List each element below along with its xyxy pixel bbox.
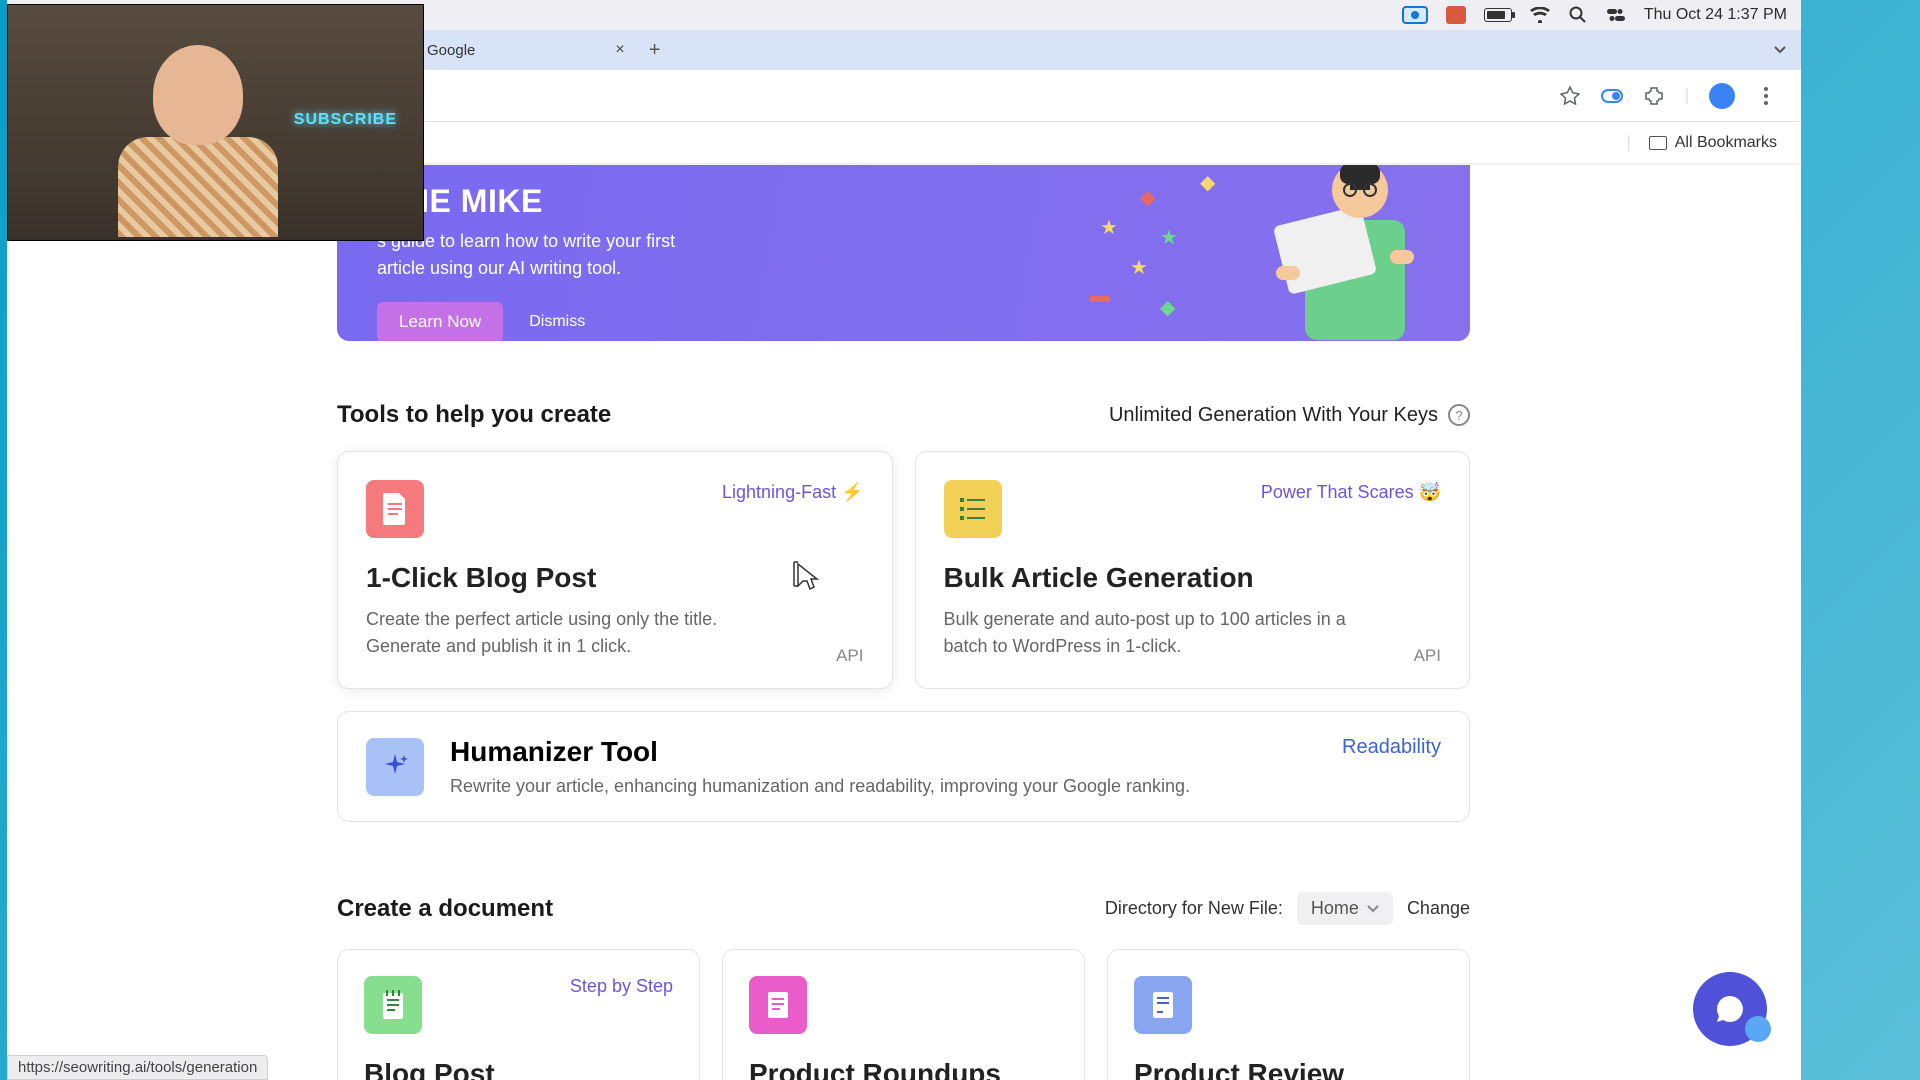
humanizer-desc: Rewrite your article, enhancing humaniza… — [450, 776, 1190, 797]
all-bookmarks-button[interactable]: All Bookmarks — [1649, 134, 1777, 152]
clock[interactable]: Thu Oct 24 1:37 PM — [1644, 6, 1787, 24]
create-heading: Create a document — [337, 895, 553, 923]
api-badge: API — [836, 646, 863, 666]
card-title: 1-Click Blog Post — [366, 562, 864, 594]
star-icon[interactable] — [1559, 85, 1581, 107]
extensions-icon[interactable] — [1643, 85, 1665, 107]
unlimited-label: Unlimited Generation With Your Keys — [1109, 404, 1438, 427]
directory-value: Home — [1311, 898, 1359, 919]
subscribe-sign: SUBSCRIBE — [294, 111, 397, 129]
chevron-down-icon — [1367, 905, 1379, 913]
doc-product-roundups[interactable]: Product Roundups — [722, 949, 1085, 1080]
step-by-step-badge: Step by Step — [570, 976, 673, 997]
tab-title: Google — [427, 42, 475, 59]
power-badge: Power That Scares 🤯 — [1261, 482, 1441, 503]
card-desc: Create the perfect article using only th… — [366, 606, 789, 660]
card-1click-blog[interactable]: Lightning-Fast ⚡ 1-Click Blog Post Creat… — [337, 451, 893, 689]
page-content: OME MIKE s guide to learn how to write y… — [7, 165, 1801, 1080]
readability-badge: Readability — [1342, 736, 1441, 759]
document-icon — [366, 480, 424, 538]
sparkle-icon — [366, 738, 424, 796]
card-title: Bulk Article Generation — [944, 562, 1442, 594]
tools-section: Tools to help you create Unlimited Gener… — [337, 401, 1470, 822]
battery-icon[interactable] — [1484, 8, 1512, 22]
new-tab-button[interactable]: + — [649, 39, 661, 62]
app-tray-icon[interactable] — [1446, 6, 1466, 24]
folder-icon — [1649, 136, 1667, 150]
screen-record-icon[interactable] — [1402, 6, 1428, 24]
control-center-icon[interactable] — [1606, 6, 1626, 24]
chat-fab[interactable] — [1693, 972, 1767, 1046]
all-bookmarks-label: All Bookmarks — [1675, 134, 1777, 152]
page-icon — [749, 976, 807, 1034]
search-icon[interactable] — [1568, 6, 1588, 24]
notes-icon — [364, 976, 422, 1034]
card-humanizer[interactable]: Humanizer Tool Rewrite your article, enh… — [337, 711, 1470, 822]
banner-line2: article using our AI writing tool. — [377, 258, 621, 278]
pill-icon[interactable] — [1601, 85, 1623, 107]
doc-blog-post[interactable]: Step by Step Blog Post — [337, 949, 700, 1080]
kebab-menu-icon[interactable] — [1755, 85, 1777, 107]
card-bulk-article[interactable]: Power That Scares 🤯 Bulk Article Generat… — [915, 451, 1471, 689]
humanizer-title: Humanizer Tool — [450, 736, 1190, 768]
webcam-overlay: SUBSCRIBE — [7, 4, 424, 241]
doc-product-review[interactable]: Product Review — [1107, 949, 1470, 1080]
directory-select[interactable]: Home — [1297, 892, 1393, 925]
list-icon — [944, 480, 1002, 538]
directory-label: Directory for New File: — [1105, 898, 1283, 919]
tab-close-button[interactable]: × — [615, 41, 624, 59]
link-preview: https://seowriting.ai/tools/generation — [7, 1055, 268, 1080]
learn-now-button[interactable]: Learn Now — [377, 302, 503, 341]
create-document-section: Create a document Directory for New File… — [337, 892, 1470, 1080]
banner-illustration: ★ ◆ ★ ★ ▬ ◆ ◆ — [1090, 165, 1450, 341]
card-desc: Bulk generate and auto-post up to 100 ar… — [944, 606, 1367, 660]
welcome-banner: OME MIKE s guide to learn how to write y… — [337, 165, 1470, 341]
doc-title: Product Review — [1134, 1058, 1443, 1080]
help-icon[interactable]: ? — [1448, 404, 1470, 426]
tabs-dropdown-icon[interactable] — [1771, 40, 1789, 58]
doc-title: Product Roundups — [749, 1058, 1058, 1080]
lightning-badge: Lightning-Fast ⚡ — [722, 482, 863, 503]
change-link[interactable]: Change — [1407, 898, 1470, 919]
dismiss-button[interactable]: Dismiss — [529, 313, 585, 331]
api-badge: API — [1414, 646, 1441, 666]
profile-avatar[interactable] — [1709, 83, 1735, 109]
doc-title: Blog Post — [364, 1058, 673, 1080]
tools-heading: Tools to help you create — [337, 401, 611, 429]
receipt-icon — [1134, 976, 1192, 1034]
browser-tab-google[interactable]: Google — [427, 42, 475, 59]
wifi-icon[interactable] — [1530, 6, 1550, 24]
